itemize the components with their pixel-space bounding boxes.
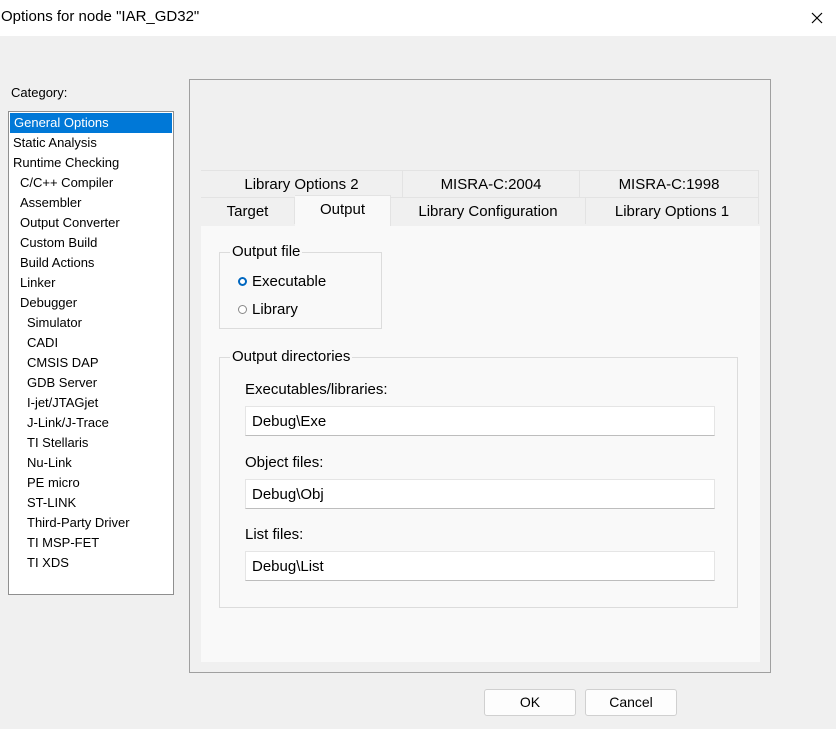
- list-files-label: List files:: [245, 526, 304, 543]
- category-item-nu-link[interactable]: Nu-Link: [9, 453, 173, 473]
- close-button[interactable]: [798, 0, 836, 36]
- category-label: Category:: [11, 85, 68, 100]
- category-item-ti-msp-fet[interactable]: TI MSP-FET: [9, 533, 173, 553]
- tab-target[interactable]: Target: [201, 197, 295, 224]
- output-file-legend: Output file: [230, 243, 303, 260]
- category-item-general-options[interactable]: General Options: [10, 113, 172, 133]
- category-item-ti-xds[interactable]: TI XDS: [9, 553, 173, 573]
- category-item-cadi[interactable]: CADI: [9, 333, 173, 353]
- executables-libraries-input[interactable]: [245, 406, 715, 436]
- category-item-build-actions[interactable]: Build Actions: [9, 253, 173, 273]
- list-files-input[interactable]: [245, 551, 715, 581]
- tab-content-output: Output file Executable Library Output di…: [201, 226, 760, 662]
- category-item-assembler[interactable]: Assembler: [9, 193, 173, 213]
- radio-executable[interactable]: Executable: [238, 273, 326, 290]
- executables-libraries-label: Executables/libraries:: [245, 381, 388, 398]
- title-bar: Options for node "IAR_GD32": [0, 0, 836, 36]
- tab-library-configuration[interactable]: Library Configuration: [391, 197, 586, 224]
- options-panel: Library Options 2 MISRA-C:2004 MISRA-C:1…: [189, 79, 771, 673]
- category-item-i-jet[interactable]: I-jet/JTAGjet: [9, 393, 173, 413]
- category-item-simulator[interactable]: Simulator: [9, 313, 173, 333]
- object-files-input[interactable]: [245, 479, 715, 509]
- radio-library[interactable]: Library: [238, 301, 298, 318]
- category-item-runtime-checking[interactable]: Runtime Checking: [9, 153, 173, 173]
- tab-misra-c-2004[interactable]: MISRA-C:2004: [403, 170, 580, 197]
- category-list[interactable]: General Options Static Analysis Runtime …: [8, 111, 174, 595]
- radio-library-label: Library: [252, 301, 298, 318]
- category-item-debugger[interactable]: Debugger: [9, 293, 173, 313]
- output-directories-legend: Output directories: [230, 348, 353, 365]
- category-item-cmsis-dap[interactable]: CMSIS DAP: [9, 353, 173, 373]
- category-item-pe-micro[interactable]: PE micro: [9, 473, 173, 493]
- window-title: Options for node "IAR_GD32": [1, 8, 200, 25]
- tab-output[interactable]: Output: [295, 195, 391, 226]
- radio-executable-label: Executable: [252, 273, 327, 290]
- tab-library-options-2[interactable]: Library Options 2: [201, 170, 403, 197]
- category-item-c-cpp-compiler[interactable]: C/C++ Compiler: [9, 173, 173, 193]
- radio-selected-icon: [238, 277, 247, 286]
- tab-library-options-1[interactable]: Library Options 1: [586, 197, 759, 224]
- close-icon: [811, 12, 823, 24]
- category-item-gdb-server[interactable]: GDB Server: [9, 373, 173, 393]
- category-item-third-party-driver[interactable]: Third-Party Driver: [9, 513, 173, 533]
- category-item-custom-build[interactable]: Custom Build: [9, 233, 173, 253]
- category-item-st-link[interactable]: ST-LINK: [9, 493, 173, 513]
- category-item-j-link[interactable]: J-Link/J-Trace: [9, 413, 173, 433]
- category-item-linker[interactable]: Linker: [9, 273, 173, 293]
- object-files-label: Object files:: [245, 454, 324, 471]
- category-item-ti-stellaris[interactable]: TI Stellaris: [9, 433, 173, 453]
- ok-button[interactable]: OK: [484, 689, 576, 716]
- category-item-static-analysis[interactable]: Static Analysis: [9, 133, 173, 153]
- tab-misra-c-1998[interactable]: MISRA-C:1998: [580, 170, 759, 197]
- cancel-button[interactable]: Cancel: [585, 689, 677, 716]
- radio-unselected-icon: [238, 305, 247, 314]
- category-item-output-converter[interactable]: Output Converter: [9, 213, 173, 233]
- output-file-group: Output file Executable Library: [219, 243, 382, 329]
- output-directories-group: Output directories Executables/libraries…: [219, 348, 738, 608]
